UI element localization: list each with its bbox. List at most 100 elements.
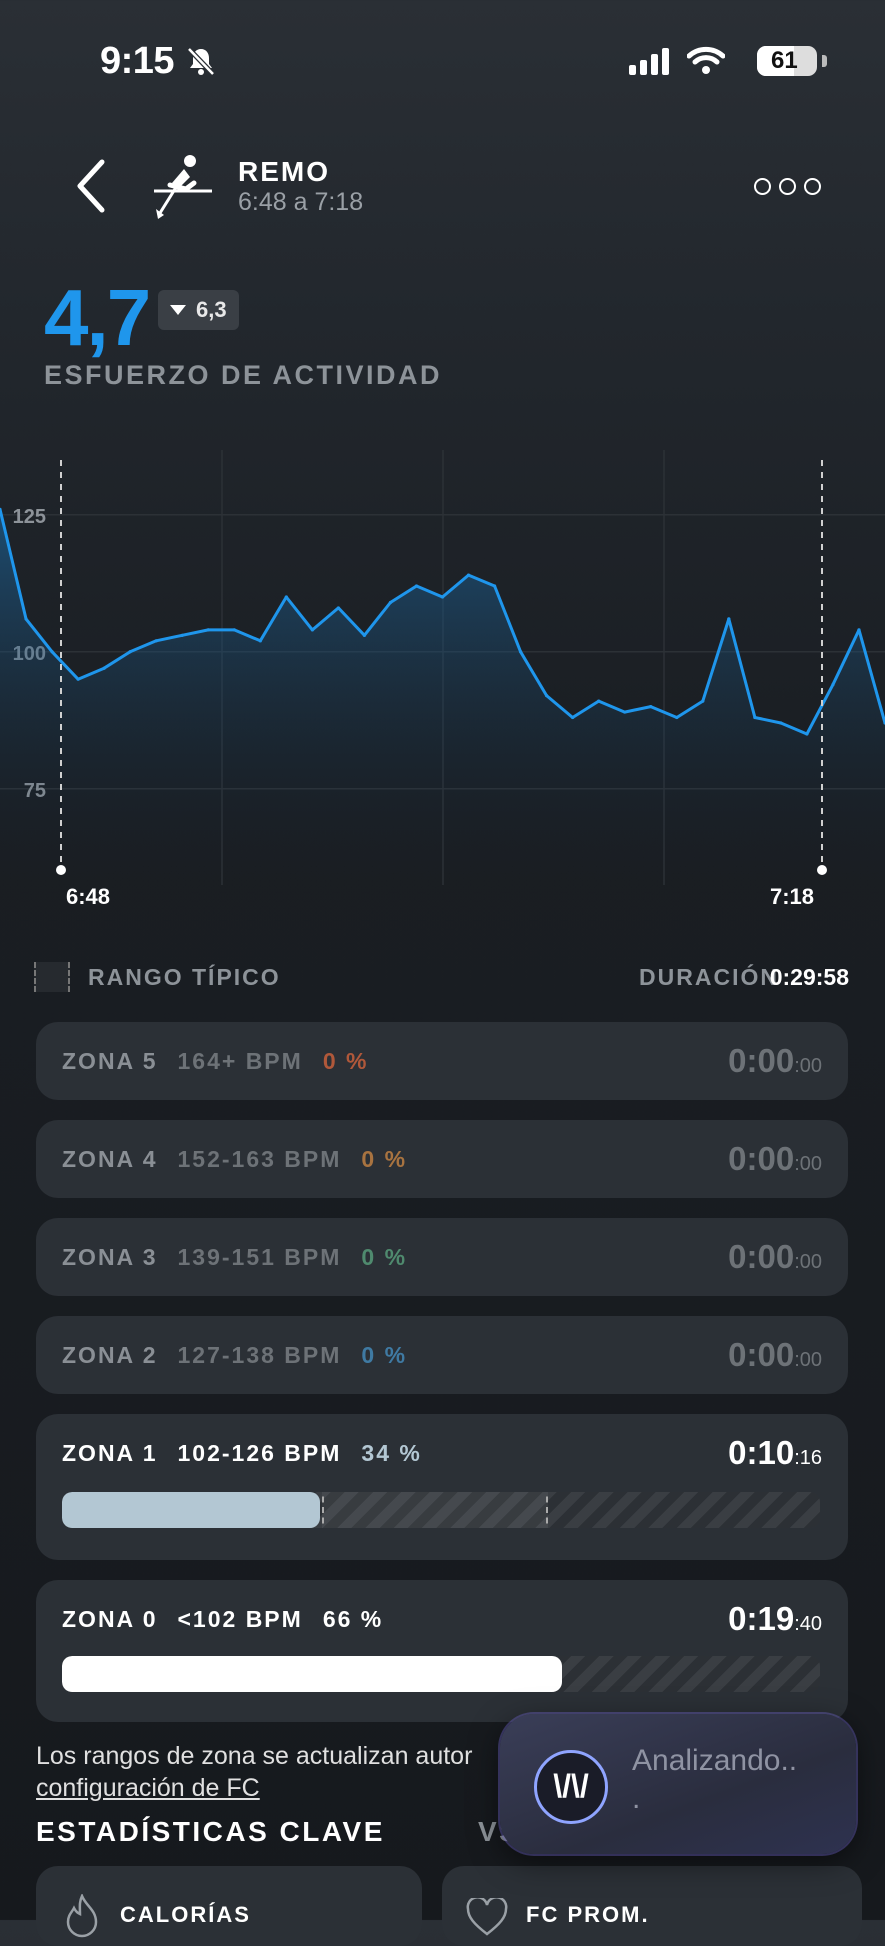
- chart-point: [649, 704, 653, 709]
- zone-pct: 34 %: [361, 1439, 422, 1466]
- chart-point: [50, 650, 54, 654]
- duration-value: 0:29:58: [769, 964, 849, 990]
- chart-marker-dot: [56, 865, 66, 875]
- activity-time-range: 6:48 a 7:18: [238, 188, 364, 216]
- calories-card[interactable]: CALORÍAS: [36, 1866, 422, 1946]
- zone-update-note: Los rangos de zona se actualizan autor: [36, 1742, 473, 1770]
- zone-name: ZONA 4: [62, 1145, 158, 1172]
- zone-time-main: 0:00: [728, 1042, 795, 1079]
- zone-1-progress-fill: [62, 1492, 320, 1528]
- typical-range-icon: [34, 962, 70, 992]
- analyzing-toast[interactable]: \/\/ Analizando.. .: [500, 1714, 856, 1854]
- battery-nub: [822, 55, 827, 67]
- back-chevron-icon[interactable]: [72, 158, 108, 214]
- chart-point: [154, 639, 158, 643]
- calories-label: CALORÍAS: [120, 1902, 251, 1927]
- battery-indicator: 61: [757, 46, 817, 76]
- chart-point: [545, 694, 549, 698]
- zone-time-sec: :16: [794, 1447, 822, 1469]
- heart-icon: [466, 1898, 508, 1936]
- zone-5-card[interactable]: ZONA 5 164+ BPM 0 % 0:00:00: [36, 1022, 848, 1100]
- chart-point: [623, 710, 627, 714]
- avg-hr-card[interactable]: FC PROM.: [442, 1866, 862, 1946]
- zone-time-main: 0:00: [728, 1140, 795, 1177]
- chart-point: [518, 650, 523, 654]
- zone-name: ZONA 2: [62, 1341, 158, 1368]
- zone-0-card[interactable]: ZONA 0 <102 BPM 66 % 0:19:40: [36, 1580, 848, 1722]
- zone-time: 0:00:00: [728, 1042, 822, 1080]
- chart-point: [466, 573, 471, 577]
- avg-hr-label: FC PROM.: [526, 1902, 650, 1927]
- chart-point: [310, 628, 314, 632]
- zone-time: 0:00:00: [728, 1238, 822, 1276]
- chart-point: [727, 617, 731, 621]
- status-time: 9:15: [100, 40, 175, 82]
- chart-point: [24, 617, 28, 621]
- analyzing-text: Analizando..: [632, 1744, 798, 1777]
- zone-0-progress-bar: [62, 1656, 820, 1692]
- key-stats-heading: ESTADÍSTICAS CLAVE: [36, 1816, 385, 1847]
- chart-point: [206, 628, 210, 632]
- activity-title: REMO: [238, 156, 330, 187]
- chart-point: [232, 628, 236, 632]
- zone-pct: 0 %: [322, 1047, 369, 1074]
- wifi-icon: [687, 46, 725, 74]
- chart-point: [492, 584, 497, 588]
- zone-4-card[interactable]: ZONA 4 152-163 BPM 0 % 0:00:00: [36, 1120, 848, 1198]
- chart-point: [805, 732, 809, 736]
- chart-point: [76, 677, 80, 681]
- chart-point: [597, 699, 601, 703]
- flame-icon: [66, 1894, 98, 1938]
- zone-time-main: 0:00: [728, 1238, 795, 1275]
- hr-settings-link[interactable]: configuración de FC: [36, 1774, 260, 1803]
- chart-point: [701, 699, 705, 703]
- signal-icon: [629, 48, 669, 75]
- chart-point: [675, 715, 679, 720]
- chart-point: [258, 639, 262, 643]
- analyzing-dot: .: [632, 1782, 641, 1815]
- zone-time-sec: :40: [794, 1613, 822, 1635]
- zone-time: 0:19:40: [728, 1600, 822, 1638]
- chart-point: [779, 721, 783, 725]
- more-options-icon[interactable]: [754, 178, 821, 195]
- zone-time-main: 0:10: [728, 1434, 795, 1471]
- zone-name: ZONA 1: [62, 1439, 158, 1466]
- zone-time-sec: :00: [794, 1055, 822, 1077]
- zone-time-main: 0:00: [728, 1336, 795, 1373]
- zone-bpm: 164+ BPM: [177, 1047, 303, 1074]
- chart-point: [753, 715, 757, 720]
- effort-delta-badge: 6,3: [158, 290, 239, 330]
- chart-point: [831, 683, 835, 687]
- battery-level: 61: [771, 47, 798, 74]
- zone-pct: 66 %: [322, 1605, 384, 1632]
- zone-3-card[interactable]: ZONA 3 139-151 BPM 0 % 0:00:00: [36, 1218, 848, 1296]
- chart-point: [180, 633, 184, 637]
- chart-y-tick-label: 125: [13, 506, 46, 528]
- effort-label: ESFUERZO DE ACTIVIDAD: [44, 360, 443, 390]
- zone-1-progress-bar: [62, 1492, 820, 1528]
- chart-point: [440, 595, 445, 599]
- zone-bpm: 152-163 BPM: [177, 1145, 342, 1172]
- zone-pct: 0 %: [361, 1243, 408, 1270]
- chart-point: [102, 666, 106, 670]
- triangle-down-icon: [170, 305, 186, 315]
- zone-name: ZONA 3: [62, 1243, 158, 1270]
- chart-point: [388, 600, 393, 605]
- zone-time-main: 0:19: [728, 1600, 795, 1637]
- heart-rate-chart[interactable]: 12510075: [0, 450, 885, 890]
- chart-end-label: 7:18: [770, 884, 815, 909]
- zone-name: ZONA 0: [62, 1605, 158, 1632]
- duration-label: DURACIÓN: [639, 964, 779, 990]
- zone-time: 0:10:16: [728, 1434, 822, 1472]
- zone-1-typical-range: [322, 1492, 548, 1528]
- chart-point: [414, 584, 419, 588]
- zone-1-card[interactable]: ZONA 1 102-126 BPM 34 % 0:10:16: [36, 1414, 848, 1560]
- zone-time-sec: :00: [794, 1251, 822, 1273]
- zone-2-card[interactable]: ZONA 2 127-138 BPM 0 % 0:00:00: [36, 1316, 848, 1394]
- zone-time-sec: :00: [794, 1349, 822, 1371]
- chart-point: [336, 606, 340, 610]
- chart-point: [362, 633, 367, 637]
- bell-muted-icon: [187, 47, 215, 76]
- chart-marker-dot: [817, 865, 827, 875]
- zone-pct: 0 %: [361, 1341, 408, 1368]
